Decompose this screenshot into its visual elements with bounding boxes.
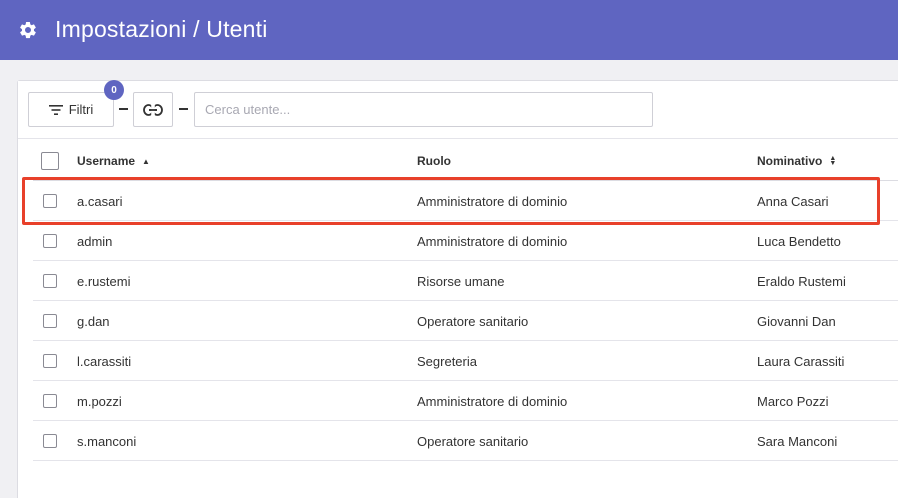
table-row[interactable]: e.rustemi Risorse umane Eraldo Rustemi [33, 261, 898, 301]
filters-label: Filtri [68, 102, 94, 117]
cell-username: a.casari [77, 194, 123, 209]
row-checkbox[interactable] [43, 194, 57, 208]
column-header-role: Ruolo [417, 154, 451, 168]
cell-name: Marco Pozzi [757, 394, 829, 409]
cell-role: Segreteria [417, 354, 477, 369]
cell-username: admin [77, 234, 113, 249]
cell-role: Amministratore di dominio [417, 194, 568, 209]
sort-both-icon: ▲ ▼ [829, 155, 837, 167]
table-row[interactable]: l.carassiti Segreteria Laura Carassiti [33, 341, 898, 381]
cell-username: g.dan [77, 314, 110, 329]
cell-role: Amministratore di dominio [417, 394, 568, 409]
users-panel: Filtri 0 Username ▲ Ruolo [17, 80, 898, 498]
select-all-checkbox[interactable] [41, 152, 59, 170]
page-title: Impostazioni / Utenti [55, 16, 268, 42]
cell-name: Anna Casari [757, 194, 829, 209]
row-checkbox[interactable] [43, 434, 57, 448]
row-checkbox[interactable] [43, 354, 57, 368]
search-input[interactable] [194, 92, 653, 127]
row-checkbox[interactable] [43, 314, 57, 328]
users-table: Username ▲ Ruolo Nominativo ▲ ▼ a.casari … [33, 141, 898, 461]
cell-role: Amministratore di dominio [417, 234, 568, 249]
app-header: Impostazioni / Utenti [0, 0, 898, 60]
row-checkbox[interactable] [43, 274, 57, 288]
separator-dash [119, 108, 128, 110]
cell-role: Operatore sanitario [417, 434, 529, 449]
row-checkbox[interactable] [43, 234, 57, 248]
column-header-username[interactable]: Username ▲ [77, 154, 150, 168]
cell-username: l.carassiti [77, 354, 132, 369]
toolbar: Filtri 0 [18, 80, 898, 139]
table-row[interactable]: m.pozzi Amministratore di dominio Marco … [33, 381, 898, 421]
table-header: Username ▲ Ruolo Nominativo ▲ ▼ [33, 141, 898, 181]
link-button[interactable] [133, 92, 173, 127]
row-checkbox[interactable] [43, 394, 57, 408]
cell-name: Sara Manconi [757, 434, 838, 449]
cell-name: Luca Bendetto [757, 234, 841, 249]
cell-username: s.manconi [77, 434, 137, 449]
sort-ascending-icon: ▲ [142, 156, 150, 166]
cell-name: Eraldo Rustemi [757, 274, 846, 289]
table-row[interactable]: g.dan Operatore sanitario Giovanni Dan [33, 301, 898, 341]
cell-role: Operatore sanitario [417, 314, 529, 329]
cell-name: Laura Carassiti [757, 354, 845, 369]
cell-name: Giovanni Dan [757, 314, 836, 329]
cell-role: Risorse umane [417, 274, 505, 289]
filters-button[interactable]: Filtri [28, 92, 114, 127]
table-row[interactable]: s.manconi Operatore sanitario Sara Manco… [33, 421, 898, 461]
table-row[interactable]: a.casari Amministratore di dominio Anna … [33, 181, 898, 221]
link-icon [143, 103, 163, 116]
cell-username: m.pozzi [77, 394, 122, 409]
cell-username: e.rustemi [77, 274, 131, 289]
separator-dash [179, 108, 188, 110]
filters-count-badge: 0 [104, 80, 124, 100]
column-header-name[interactable]: Nominativo ▲ ▼ [757, 154, 836, 168]
gear-icon [20, 21, 36, 39]
filter-icon [48, 104, 63, 115]
table-row[interactable]: admin Amministratore di dominio Luca Ben… [33, 221, 898, 261]
